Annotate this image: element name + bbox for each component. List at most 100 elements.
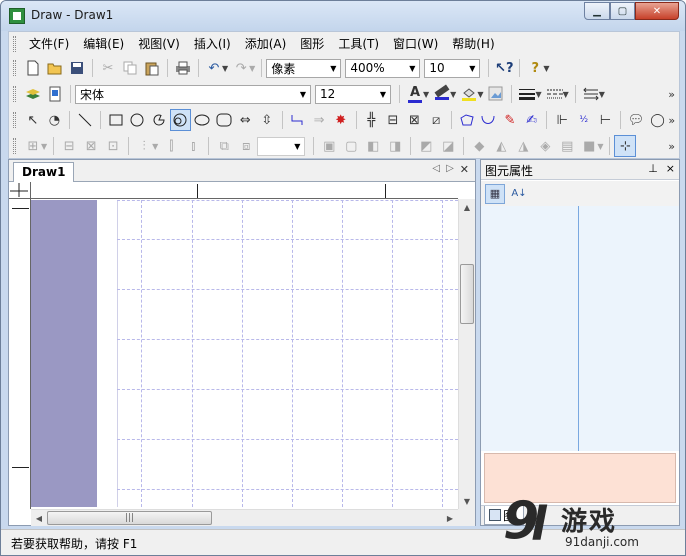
rotate-tool[interactable]: ◔ (44, 109, 66, 131)
curve-tool[interactable] (478, 109, 500, 131)
cross-arrow-tool[interactable]: ⇳ (256, 109, 278, 131)
line-pattern-arrow[interactable]: ▼ (563, 90, 569, 99)
save-button[interactable] (66, 57, 88, 79)
shape-op4-button[interactable]: ◈ (534, 135, 556, 157)
alphabetical-button[interactable]: A↓ (509, 184, 529, 204)
close-button[interactable]: ✕ (635, 2, 679, 20)
tab-close-icon[interactable]: ✕ (460, 163, 469, 176)
categorized-button[interactable]: ▦ (485, 183, 505, 204)
maximize-button[interactable]: ▢ (610, 2, 635, 20)
oval-tool[interactable] (191, 109, 213, 131)
toolbar-overflow-icon[interactable]: » (668, 88, 675, 101)
freehand-tool[interactable]: ✍ (521, 109, 543, 131)
callout2-tool[interactable]: ◯ (647, 109, 669, 131)
same-height-button[interactable]: ⊠ (80, 135, 102, 157)
order-select[interactable]: ▼ (257, 136, 306, 156)
size-select[interactable]: 10 ▼ (424, 58, 481, 78)
number-tool[interactable]: ½ (573, 109, 595, 131)
shape-op5-button[interactable]: ▤ (556, 135, 578, 157)
drawing-canvas[interactable] (31, 200, 458, 507)
font-select[interactable]: 宋体 ▼ (75, 84, 311, 104)
menu-edit[interactable]: 编辑(E) (76, 34, 131, 54)
line-ends-arrow[interactable]: ▼ (599, 90, 605, 99)
copy-button[interactable] (119, 57, 141, 79)
shape-op2-button[interactable]: ◭ (490, 135, 512, 157)
panel-close-icon[interactable]: × (666, 162, 675, 175)
cut-button[interactable]: ✂ (97, 57, 119, 79)
redo-dropdown-arrow[interactable]: ▼ (249, 64, 255, 73)
document-tab[interactable]: Draw1 (13, 162, 75, 182)
align-arrow[interactable]: ▼ (41, 142, 47, 151)
align-left-tool[interactable]: ⊩ (551, 109, 573, 131)
space-across-button[interactable]: ⫿ (160, 135, 182, 157)
undo-dropdown-arrow[interactable]: ▼ (222, 64, 228, 73)
vertical-scroll-thumb[interactable] (460, 264, 474, 324)
shape-op3-button[interactable]: ◮ (512, 135, 534, 157)
split-tool[interactable]: ╬ (360, 109, 382, 131)
shadow-button[interactable] (485, 83, 507, 105)
edit-points-tool[interactable]: ✎ (499, 109, 521, 131)
horizontal-scroll-thumb[interactable]: ||| (47, 511, 212, 525)
toolbar-grip[interactable] (13, 138, 16, 154)
menu-window[interactable]: 窗口(W) (386, 34, 445, 54)
paste-button[interactable] (141, 57, 163, 79)
minimize-button[interactable]: ▁ (584, 2, 610, 20)
toolbar-overflow-icon[interactable]: » (668, 114, 675, 127)
shape-op-arrow[interactable]: ▼ (597, 142, 603, 151)
frame-tool[interactable]: ⊟ (382, 109, 404, 131)
scroll-down-icon[interactable]: ▼ (459, 493, 475, 509)
same-width-button[interactable]: ⊟ (58, 135, 80, 157)
toolbar-grip[interactable] (13, 60, 16, 76)
vertical-scrollbar[interactable]: ▲ ▼ (458, 199, 475, 509)
zoom-select[interactable]: 400% ▼ (345, 58, 421, 78)
help-dropdown-arrow[interactable]: ▼ (543, 64, 549, 73)
menu-shape[interactable]: 图形 (293, 34, 331, 54)
flip-h-button[interactable]: ◩ (415, 135, 437, 157)
font-color-arrow[interactable]: ▼ (423, 90, 429, 99)
send-backward-button[interactable]: ◨ (384, 135, 406, 157)
print-button[interactable] (172, 57, 194, 79)
unit-select[interactable]: 像素 ▼ (266, 58, 342, 78)
rounded-rect-tool[interactable] (213, 109, 235, 131)
shape-op1-button[interactable]: ◆ (468, 135, 490, 157)
bring-forward-button[interactable]: ◧ (362, 135, 384, 157)
callout-tool[interactable]: 💬︎ (625, 109, 647, 131)
menu-insert[interactable]: 插入(I) (187, 34, 238, 54)
font-size-select[interactable]: 12 ▼ (315, 84, 391, 104)
rectangle-tool[interactable] (105, 109, 127, 131)
menu-file[interactable]: 文件(F) (22, 34, 76, 54)
property-grid[interactable] (481, 206, 679, 451)
toolbar-grip[interactable] (13, 86, 16, 102)
snap-grid-button[interactable]: ⊹ (614, 135, 637, 157)
context-help-button[interactable]: ↖? (493, 57, 515, 79)
ellipse-tool[interactable] (126, 109, 148, 131)
space-down-button[interactable]: ⫾ (182, 135, 204, 157)
menu-grip[interactable] (13, 36, 16, 52)
property-grid-divider[interactable] (578, 206, 579, 451)
line-color-arrow[interactable]: ▼ (450, 90, 456, 99)
scroll-left-icon[interactable]: ◀ (31, 510, 47, 526)
same-size-button[interactable]: ⊡ (102, 135, 124, 157)
text-frame-tool[interactable]: ⊠ (404, 109, 426, 131)
arrow-right-tool[interactable]: ⇒ (308, 109, 330, 131)
pointer-tool[interactable]: ↖ (22, 109, 44, 131)
horizontal-ruler[interactable] (31, 182, 458, 199)
line-tool[interactable] (74, 109, 96, 131)
vertical-ruler[interactable] (9, 199, 31, 509)
scroll-right-icon[interactable]: ▶ (442, 510, 458, 526)
style-button[interactable] (44, 83, 66, 105)
menu-view[interactable]: 视图(V) (131, 34, 187, 54)
dimension-tool[interactable]: ⊢ (595, 109, 617, 131)
slant-tool[interactable]: ⧄ (425, 109, 447, 131)
menu-add[interactable]: 添加(A) (238, 34, 294, 54)
title-bar[interactable]: Draw - Draw1 ▁ ▢ ✕ (1, 1, 685, 31)
new-file-button[interactable] (22, 57, 44, 79)
distribute-arrow[interactable]: ▼ (152, 142, 158, 151)
scroll-up-icon[interactable]: ▲ (459, 199, 475, 215)
open-button[interactable] (44, 57, 66, 79)
menu-help[interactable]: 帮助(H) (445, 34, 501, 54)
group-button[interactable]: ⧉ (213, 135, 235, 157)
flip-v-button[interactable]: ◪ (437, 135, 459, 157)
arc-tool[interactable] (148, 109, 170, 131)
pin-icon[interactable]: ⊥ (648, 162, 658, 175)
